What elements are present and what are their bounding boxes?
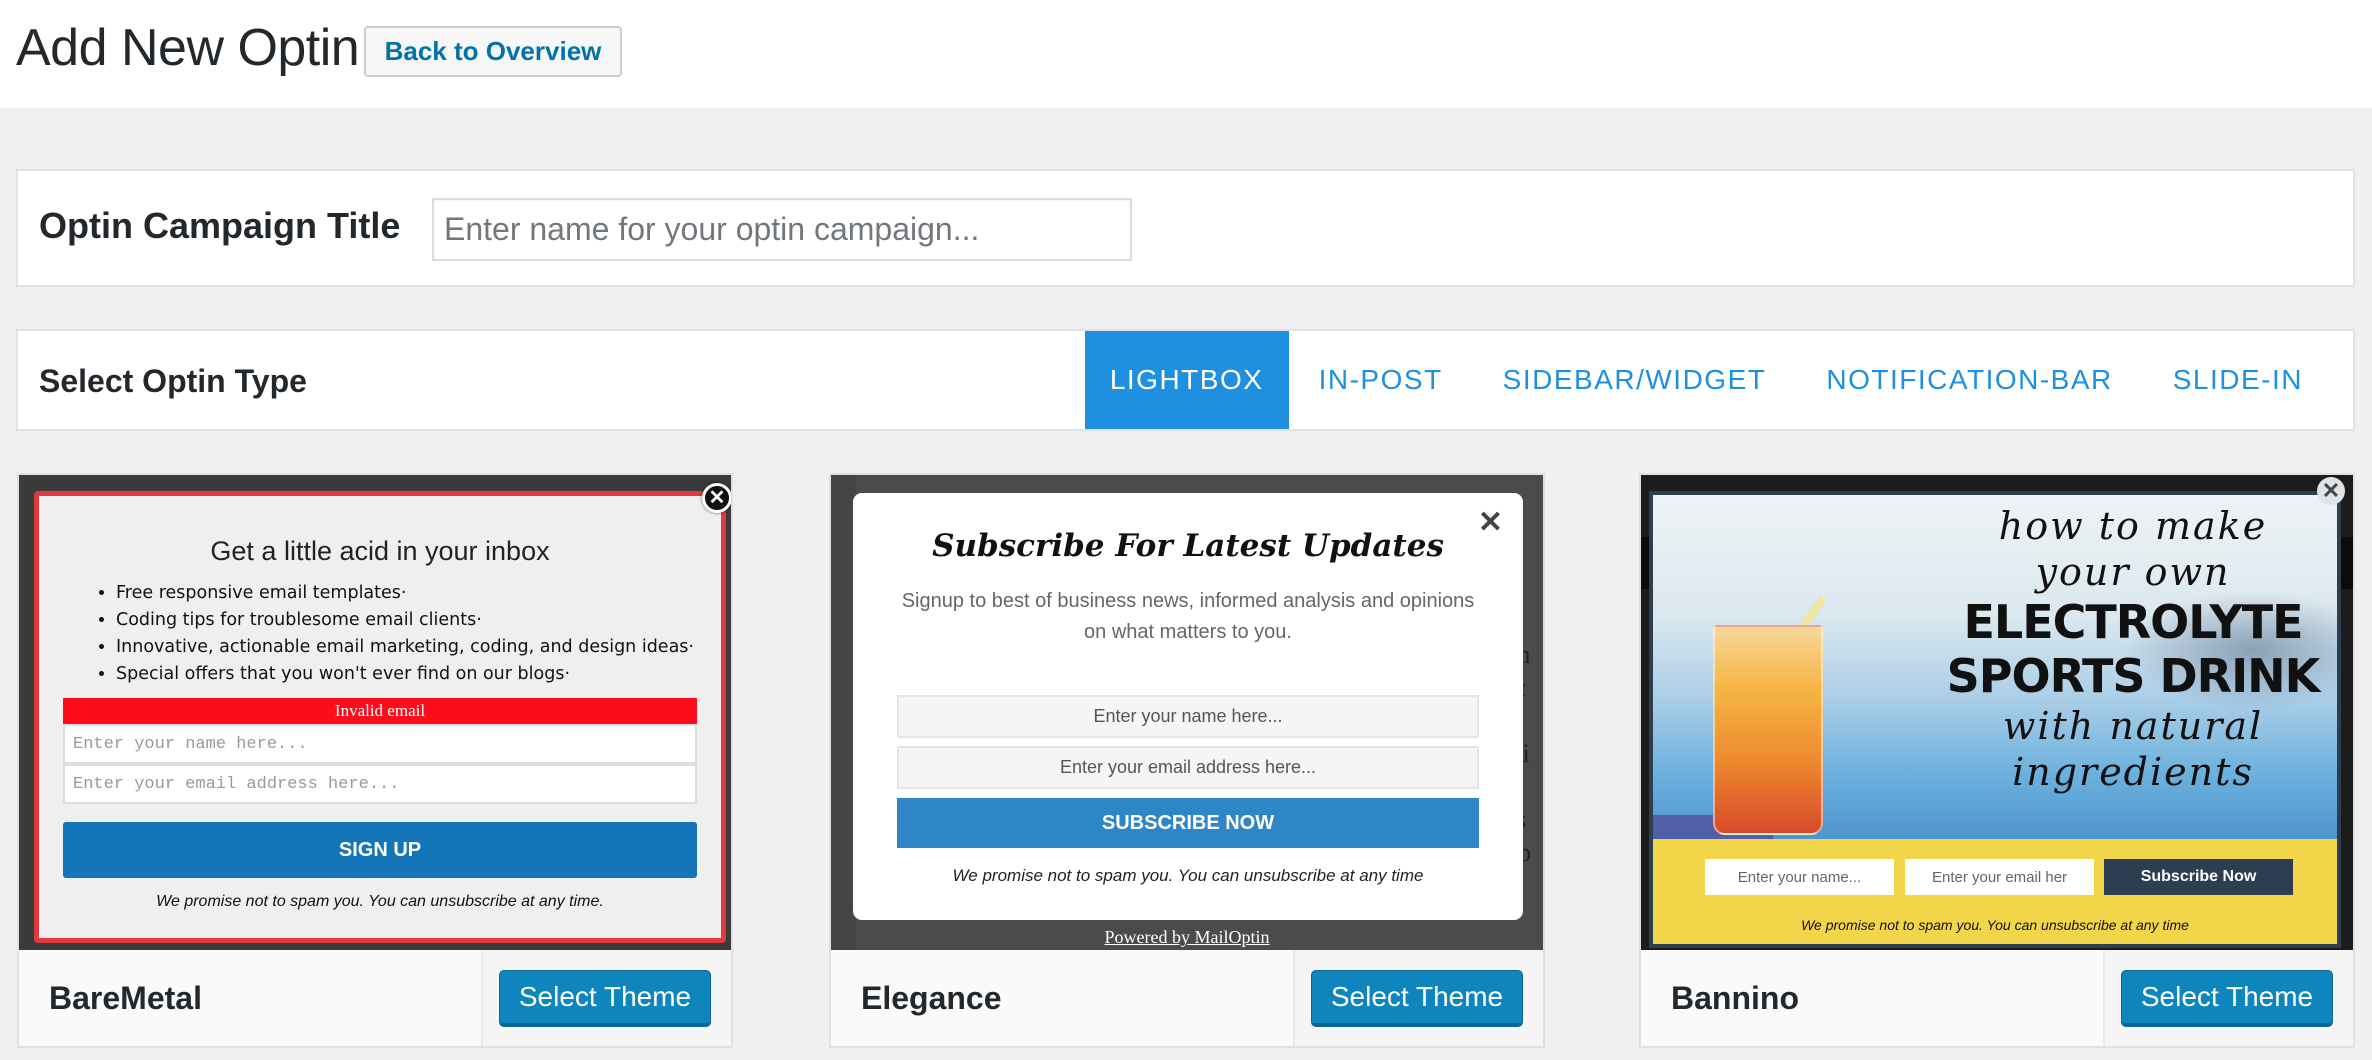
theme-card-footer: BareMetal Select Theme: [19, 950, 731, 1046]
sports-drink-image: how to make your own ELECTROLYTE SPORTS …: [1653, 495, 2337, 839]
select-theme-button-bannino[interactable]: Select Theme: [2121, 970, 2333, 1027]
bannino-modal: how to make your own ELECTROLYTE SPORTS …: [1649, 491, 2341, 948]
baremetal-bullet-list: Free responsive email templates· Coding …: [94, 580, 694, 688]
footer-divider: [2103, 950, 2105, 1046]
baremetal-modal: Get a little acid in your inbox Free res…: [34, 491, 726, 943]
theme-name: Bannino: [1671, 980, 1799, 1016]
image-text-line: how to make: [1998, 504, 2268, 548]
tab-lightbox[interactable]: LIGHTBOX: [1084, 331, 1289, 429]
theme-name: BareMetal: [49, 980, 202, 1016]
bannino-subscribe-button: Subscribe Now: [2104, 859, 2293, 895]
optin-type-tabs: LIGHTBOX IN-POST SIDEBAR/WIDGET NOTIFICA…: [1084, 331, 2353, 429]
tab-slide-in[interactable]: SLIDE-IN: [2143, 331, 2353, 429]
back-to-overview-button[interactable]: Back to Overview: [364, 26, 622, 77]
image-text-line: SPORTS DRINK: [1946, 649, 2321, 703]
optin-type-panel: Select Optin Type LIGHTBOX IN-POST SIDEB…: [16, 329, 2355, 431]
list-item: Innovative, actionable email marketing, …: [116, 634, 694, 661]
tab-sidebar-widget[interactable]: SIDEBAR/WIDGET: [1473, 331, 1797, 429]
theme-name: Elegance: [861, 980, 1002, 1016]
list-item: Free responsive email templates·: [116, 580, 694, 607]
image-text-line: ELECTROLYTE: [1963, 595, 2303, 649]
powered-by-link: Powered by MailOptin: [1104, 927, 1270, 947]
campaign-title-label: Optin Campaign Title: [39, 205, 401, 246]
campaign-title-input[interactable]: [432, 198, 1132, 261]
optin-type-label: Select Optin Type: [39, 363, 307, 399]
select-theme-button-elegance[interactable]: Select Theme: [1311, 970, 1523, 1027]
theme-card-footer: Bannino Select Theme: [1641, 950, 2353, 1046]
invalid-email-error: Invalid email: [63, 698, 697, 724]
baremetal-signup-button: SIGN UP: [63, 822, 697, 878]
elegance-heading: Subscribe For Latest Updates: [932, 528, 1444, 564]
elegance-name-input: Enter your name here...: [897, 695, 1479, 738]
list-item: Coding tips for troublesome email client…: [116, 607, 694, 634]
theme-card-footer: Elegance Select Theme: [831, 950, 1543, 1046]
baremetal-spam-note: We promise not to spam you. You can unsu…: [156, 893, 604, 910]
footer-divider: [481, 950, 483, 1046]
footer-divider: [1293, 950, 1295, 1046]
baremetal-heading: Get a little acid in your inbox: [210, 536, 550, 566]
image-text-line: your own: [2035, 550, 2231, 594]
theme-card-elegance: o im ac is n i a us r p ✕ Subscribe For …: [829, 473, 1545, 1048]
bannino-spam-note: We promise not to spam you. You can unsu…: [1801, 917, 2189, 933]
tab-in-post[interactable]: IN-POST: [1289, 331, 1473, 429]
theme-preview-elegance[interactable]: o im ac is n i a us r p ✕ Subscribe For …: [831, 475, 1543, 950]
list-item: Special offers that you won't ever find …: [116, 661, 694, 688]
drink-glass-shape: [1713, 625, 1823, 835]
theme-preview-baremetal[interactable]: Get a little acid in your inbox Free res…: [19, 475, 731, 950]
image-text-line: with natural: [2002, 704, 2264, 748]
select-theme-button-baremetal[interactable]: Select Theme: [499, 970, 711, 1027]
elegance-modal: ✕ Subscribe For Latest Updates Signup to…: [853, 493, 1523, 920]
bannino-name-input: Enter your name...: [1705, 859, 1894, 895]
baremetal-name-input: Enter your name here...: [63, 724, 697, 764]
tab-notification-bar[interactable]: NOTIFICATION-BAR: [1796, 331, 2142, 429]
campaign-title-panel: Optin Campaign Title: [16, 169, 2355, 287]
image-headline: how to make your own ELECTROLYTE SPORTS …: [1933, 503, 2333, 795]
theme-preview-bannino[interactable]: how to make your own ELECTROLYTE SPORTS …: [1641, 475, 2353, 950]
elegance-subscribe-button: SUBSCRIBE NOW: [897, 798, 1479, 848]
bannino-email-input: Enter your email her: [1905, 859, 2094, 895]
elegance-subheading: Signup to best of business news, informe…: [901, 590, 1475, 643]
page-title: Add New Optin: [16, 19, 360, 77]
close-x-icon: ✕: [2317, 477, 2345, 505]
theme-card-bannino: how to make your own ELECTROLYTE SPORTS …: [1639, 473, 2355, 1048]
elegance-email-input: Enter your email address here...: [897, 746, 1479, 789]
page-header: Add New Optin Back to Overview: [0, 0, 2372, 108]
baremetal-email-input: Enter your email address here...: [63, 764, 697, 804]
close-circle-icon: ✕: [702, 483, 731, 513]
elegance-spam-note: We promise not to spam you. You can unsu…: [952, 866, 1424, 885]
image-text-line: ingredients: [2012, 750, 2254, 794]
theme-card-baremetal: Get a little acid in your inbox Free res…: [17, 473, 733, 1048]
bannino-form-bar: Enter your name... Enter your email her …: [1653, 839, 2337, 944]
